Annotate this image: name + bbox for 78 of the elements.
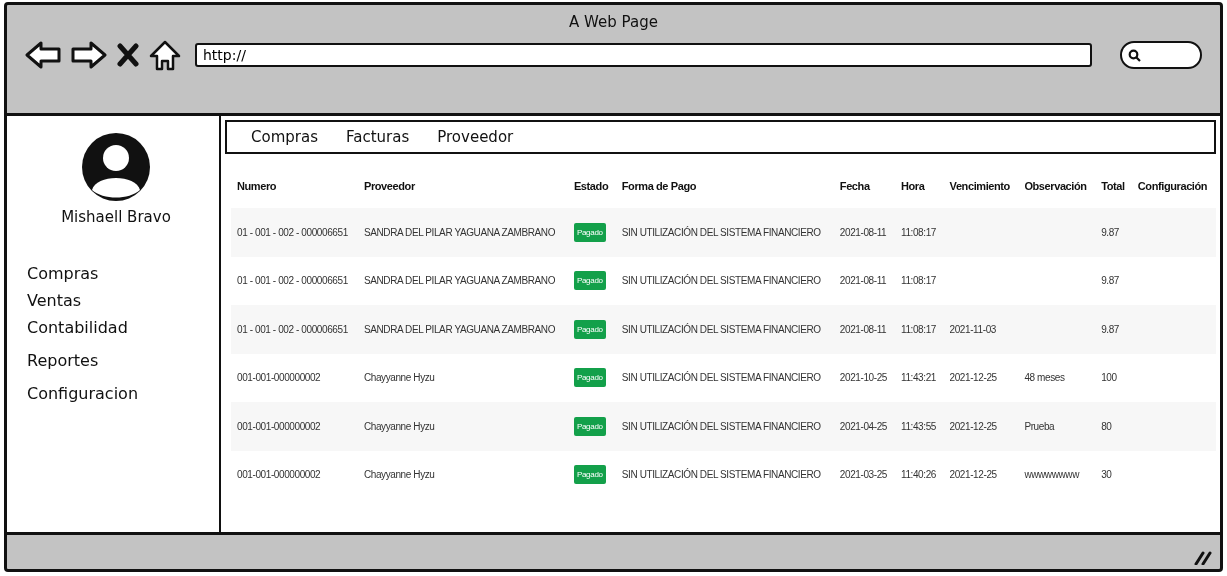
column-header: Forma de Pago	[615, 172, 834, 208]
table-cell: SIN UTILIZACIÓN DEL SISTEMA FINANCIERO	[621, 226, 821, 238]
table-cell: 2021-08-11	[839, 226, 887, 238]
nav-tab[interactable]: Proveedor	[437, 128, 514, 146]
table-cell: SIN UTILIZACIÓN DEL SISTEMA FINANCIERO	[621, 275, 821, 287]
sidebar-link[interactable]: Contabilidad	[27, 314, 219, 341]
table-cell: 2021-12-25	[949, 420, 997, 432]
table-cell: 9.87	[1101, 226, 1119, 238]
nav-tab[interactable]: Compras	[251, 128, 318, 146]
column-header: Observación	[1018, 172, 1096, 208]
table-cell: 80	[1101, 420, 1112, 432]
table-cell: 2021-04-25	[839, 420, 887, 432]
status-badge: Pagado	[573, 319, 606, 339]
table-cell: Chayyanne Hyzu	[363, 372, 435, 384]
window-title: A Web Page	[568, 13, 659, 31]
table-cell: 100	[1101, 372, 1117, 384]
status-badge: Pagado	[573, 465, 606, 485]
table-cell: SANDRA DEL PILAR YAGUANA ZAMBRANO	[363, 275, 556, 287]
column-header: Vencimiento	[943, 172, 1019, 208]
table-cell: 9.87	[1101, 275, 1119, 287]
table-cell: 2021-08-11	[839, 323, 887, 335]
sidebar-link[interactable]: Configuracion	[27, 380, 219, 407]
sidebar-link[interactable]: Compras	[27, 260, 219, 287]
column-header: Numero	[231, 172, 358, 208]
table-cell: 001-001-000000002	[237, 372, 321, 384]
close-icon[interactable]	[117, 43, 139, 67]
table-cell: 001-001-000000002	[237, 420, 321, 432]
table-cell: Prueba	[1024, 420, 1055, 432]
table-cell: 2021-12-25	[949, 372, 997, 384]
table-cell: 11:08:17	[901, 275, 936, 287]
column-header: Configuración	[1131, 172, 1216, 208]
table-cell: Chayyanne Hyzu	[363, 469, 435, 481]
table-cell: Chayyanne Hyzu	[363, 420, 435, 432]
table-cell: 48 meses	[1024, 372, 1065, 384]
column-header: Proveedor	[357, 172, 568, 208]
status-badge: Pagado	[573, 271, 606, 291]
table-cell: 001-001-000000002	[237, 469, 321, 481]
table-cell: SIN UTILIZACIÓN DEL SISTEMA FINANCIERO	[621, 372, 821, 384]
table-cell: wwwwwwww	[1024, 469, 1079, 481]
forward-arrow-icon[interactable]	[71, 40, 107, 70]
sidebar-link[interactable]: Ventas	[27, 287, 219, 314]
table-cell: 01 - 001 - 002 - 000006651	[237, 323, 348, 335]
home-icon[interactable]	[149, 39, 181, 71]
status-badge: Pagado	[573, 222, 606, 242]
table-cell: SIN UTILIZACIÓN DEL SISTEMA FINANCIERO	[621, 420, 821, 432]
table-cell: 30	[1101, 469, 1112, 481]
table-cell: 11:08:17	[901, 226, 936, 238]
address-bar[interactable]: http://	[195, 43, 1092, 67]
table-cell: 2021-03-25	[839, 469, 887, 481]
search-field[interactable]	[1120, 41, 1202, 69]
table-cell: 2021-12-25	[949, 469, 997, 481]
sidebar-link[interactable]: Reportes	[27, 347, 219, 374]
table-cell: 11:43:21	[901, 372, 936, 384]
table-cell: 11:43:55	[901, 420, 936, 432]
column-header: Hora	[895, 172, 944, 208]
table-cell: 2021-10-25	[839, 372, 887, 384]
table-cell: SANDRA DEL PILAR YAGUANA ZAMBRANO	[363, 323, 556, 335]
table-cell: 01 - 001 - 002 - 000006651	[237, 226, 348, 238]
column-header: Fecha	[833, 172, 895, 208]
table-cell: 01 - 001 - 002 - 000006651	[237, 275, 348, 287]
back-arrow-icon[interactable]	[25, 40, 61, 70]
column-header: Estado	[567, 172, 616, 208]
table-cell: SIN UTILIZACIÓN DEL SISTEMA FINANCIERO	[621, 323, 821, 335]
user-name: Mishaell Bravo	[61, 208, 171, 226]
table-cell: 9.87	[1101, 323, 1119, 335]
table-cell: SANDRA DEL PILAR YAGUANA ZAMBRANO	[363, 226, 556, 238]
table-cell: SIN UTILIZACIÓN DEL SISTEMA FINANCIERO	[621, 469, 821, 481]
nav-tab[interactable]: Facturas	[345, 128, 410, 146]
resize-grip-icon	[1194, 551, 1212, 565]
table-cell: 11:40:26	[901, 469, 936, 481]
column-header: Total	[1095, 172, 1132, 208]
status-badge: Pagado	[573, 416, 606, 436]
table-cell: 2021-08-11	[839, 275, 887, 287]
status-badge: Pagado	[573, 368, 606, 388]
user-avatar-icon	[79, 130, 153, 204]
table-cell: 11:08:17	[901, 323, 936, 335]
search-icon	[1128, 48, 1141, 62]
table-cell: 2021-11-03	[949, 323, 996, 335]
